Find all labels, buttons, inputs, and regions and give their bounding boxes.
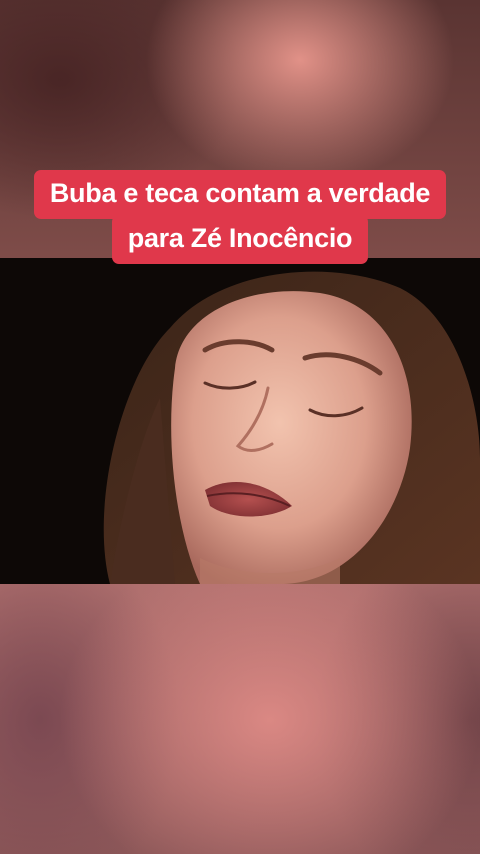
video-frame[interactable] — [0, 258, 480, 584]
caption-line-1: Buba e teca contam a verdade — [33, 170, 447, 219]
caption-line-2: para Zé Inocêncio — [111, 215, 369, 264]
video-still — [0, 258, 480, 584]
caption: Buba e teca contam a verdade para Zé Ino… — [0, 170, 480, 264]
